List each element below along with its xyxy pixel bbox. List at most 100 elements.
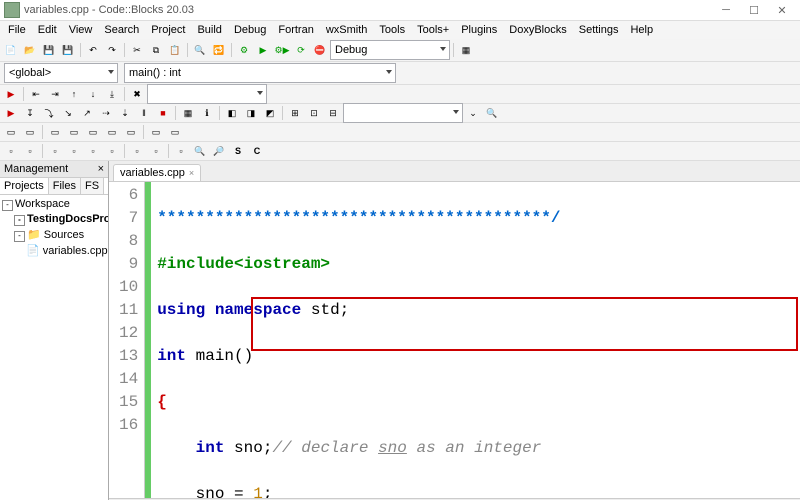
- step-into-icon[interactable]: ↘: [59, 104, 77, 122]
- e2-icon[interactable]: ▫: [21, 142, 39, 160]
- tab-fsymbols[interactable]: FS: [81, 178, 104, 194]
- doxy8-icon[interactable]: ▭: [147, 123, 165, 141]
- copy-icon[interactable]: ⧉: [147, 41, 165, 59]
- close-button[interactable]: ✕: [768, 1, 796, 19]
- doxy4-icon[interactable]: ▭: [65, 123, 83, 141]
- misc3-icon[interactable]: ◩: [261, 104, 279, 122]
- nav-up-icon[interactable]: ↑: [65, 85, 83, 103]
- nav-down-icon[interactable]: ↓: [84, 85, 102, 103]
- code-editor[interactable]: 678910111213141516 *********************…: [109, 182, 800, 498]
- menu-wxsmith[interactable]: wxSmith: [320, 22, 374, 38]
- search-combo[interactable]: [343, 103, 463, 123]
- next-line-icon[interactable]: ⤵: [40, 104, 58, 122]
- project-tree[interactable]: -Workspace -TestingDocsProject -📁 Source…: [0, 195, 108, 500]
- find-icon[interactable]: 🔍: [191, 41, 209, 59]
- info-icon[interactable]: ℹ: [198, 104, 216, 122]
- nav-last-icon[interactable]: ⤓: [103, 85, 121, 103]
- run-icon[interactable]: ▶: [254, 41, 272, 59]
- sources-node[interactable]: -📁 Sources: [2, 227, 106, 243]
- save-icon[interactable]: 💾: [40, 41, 58, 59]
- menu-file[interactable]: File: [2, 22, 32, 38]
- menu-project[interactable]: Project: [145, 22, 191, 38]
- run-debug-icon[interactable]: ▶: [2, 104, 20, 122]
- misc6-icon[interactable]: ⊟: [324, 104, 342, 122]
- menu-toolsplus[interactable]: Tools+: [411, 22, 455, 38]
- debug-windows-icon[interactable]: ▦: [179, 104, 197, 122]
- paste-icon[interactable]: 📋: [166, 41, 184, 59]
- e3-icon[interactable]: ▫: [46, 142, 64, 160]
- build-run-icon[interactable]: ⚙▶: [273, 41, 291, 59]
- menu-build[interactable]: Build: [191, 22, 227, 38]
- misc5-icon[interactable]: ⊡: [305, 104, 323, 122]
- new-file-icon[interactable]: 📄: [2, 41, 20, 59]
- menu-edit[interactable]: Edit: [32, 22, 63, 38]
- build-icon[interactable]: ⚙: [235, 41, 253, 59]
- misc1-icon[interactable]: ◧: [223, 104, 241, 122]
- e9-icon[interactable]: ▫: [172, 142, 190, 160]
- search-go-icon[interactable]: 🔍: [483, 104, 501, 122]
- doxy5-icon[interactable]: ▭: [84, 123, 102, 141]
- zoom-in-icon[interactable]: 🔍: [191, 142, 209, 160]
- debug-start-icon[interactable]: ▶: [2, 85, 20, 103]
- run-cursor-icon[interactable]: ↧: [21, 104, 39, 122]
- doxy2-icon[interactable]: ▭: [21, 123, 39, 141]
- menu-debug[interactable]: Debug: [228, 22, 272, 38]
- zoom-out-icon[interactable]: 🔎: [210, 142, 228, 160]
- minimize-button[interactable]: ─: [712, 1, 740, 19]
- menu-view[interactable]: View: [63, 22, 99, 38]
- cut-icon[interactable]: ✂: [128, 41, 146, 59]
- file-node[interactable]: 📄 variables.cpp: [2, 243, 106, 258]
- maximize-button[interactable]: ☐: [740, 1, 768, 19]
- workspace-node[interactable]: -Workspace: [2, 197, 106, 212]
- tab-projects[interactable]: Projects: [0, 178, 49, 194]
- nav-fwd-icon[interactable]: ⇥: [46, 85, 64, 103]
- tab-close-icon[interactable]: ×: [189, 168, 194, 178]
- step-instr-icon[interactable]: ⇣: [116, 104, 134, 122]
- menu-doxyblocks[interactable]: DoxyBlocks: [503, 22, 572, 38]
- replace-icon[interactable]: 🔁: [210, 41, 228, 59]
- open-icon[interactable]: 📂: [21, 41, 39, 59]
- source-text[interactable]: ****************************************…: [151, 182, 566, 498]
- menu-tools[interactable]: Tools: [373, 22, 411, 38]
- doxy3-icon[interactable]: ▭: [46, 123, 64, 141]
- editor-tab-variables[interactable]: variables.cpp×: [113, 164, 201, 181]
- e4-icon[interactable]: ▫: [65, 142, 83, 160]
- menu-fortran[interactable]: Fortran: [272, 22, 319, 38]
- c-icon[interactable]: C: [248, 142, 266, 160]
- menu-settings[interactable]: Settings: [573, 22, 625, 38]
- e5-icon[interactable]: ▫: [84, 142, 102, 160]
- scope-function-combo[interactable]: main() : int: [124, 63, 396, 83]
- stop-debug-icon[interactable]: ■: [154, 104, 172, 122]
- menu-search[interactable]: Search: [98, 22, 145, 38]
- doxy6-icon[interactable]: ▭: [103, 123, 121, 141]
- abort-icon[interactable]: ⛔: [311, 41, 329, 59]
- target-settings-icon[interactable]: ▦: [457, 41, 475, 59]
- jump-combo[interactable]: [147, 84, 267, 104]
- menu-plugins[interactable]: Plugins: [455, 22, 503, 38]
- s-icon[interactable]: S: [229, 142, 247, 160]
- e7-icon[interactable]: ▫: [128, 142, 146, 160]
- e8-icon[interactable]: ▫: [147, 142, 165, 160]
- doxy9-icon[interactable]: ▭: [166, 123, 184, 141]
- nav-back-icon[interactable]: ⇤: [27, 85, 45, 103]
- doxy7-icon[interactable]: ▭: [122, 123, 140, 141]
- rebuild-icon[interactable]: ⟳: [292, 41, 310, 59]
- scope-global-combo[interactable]: <global>: [4, 63, 118, 83]
- e6-icon[interactable]: ▫: [103, 142, 121, 160]
- tab-files[interactable]: Files: [49, 178, 81, 194]
- undo-icon[interactable]: ↶: [84, 41, 102, 59]
- next-instr-icon[interactable]: ⇢: [97, 104, 115, 122]
- misc2-icon[interactable]: ◨: [242, 104, 260, 122]
- stop-icon[interactable]: ✖: [128, 85, 146, 103]
- project-node[interactable]: -TestingDocsProject: [2, 212, 106, 227]
- panel-close-icon[interactable]: ×: [98, 163, 104, 175]
- menu-help[interactable]: Help: [624, 22, 659, 38]
- e1-icon[interactable]: ▫: [2, 142, 20, 160]
- misc4-icon[interactable]: ⊞: [286, 104, 304, 122]
- search-opts-icon[interactable]: ⌄: [464, 104, 482, 122]
- step-out-icon[interactable]: ↗: [78, 104, 96, 122]
- break-icon[interactable]: ‖: [135, 104, 153, 122]
- doxy1-icon[interactable]: ▭: [2, 123, 20, 141]
- save-all-icon[interactable]: 💾: [59, 41, 77, 59]
- redo-icon[interactable]: ↷: [103, 41, 121, 59]
